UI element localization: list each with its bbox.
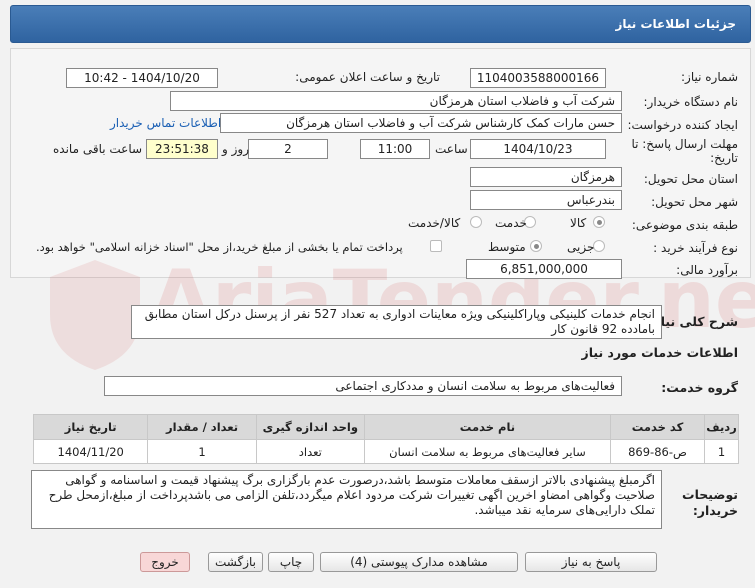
col-name: نام خدمت bbox=[363, 414, 611, 440]
process-radio-minor[interactable] bbox=[593, 240, 605, 252]
view-attachments-button[interactable]: مشاهده مدارک پیوستی (4) bbox=[320, 552, 518, 572]
watermark: AriaTender.net bbox=[150, 253, 755, 346]
process-radio-medium[interactable] bbox=[530, 240, 542, 252]
buyer-notes-label: توضیحات bbox=[682, 487, 738, 502]
description-field[interactable]: انجام خدمات کلینیکی وپاراکلینیکی ویژه مع… bbox=[131, 305, 662, 339]
province-label: استان محل تحویل: bbox=[643, 172, 738, 186]
buyer-field[interactable]: شرکت آب و فاضلاب استان هرمزگان bbox=[170, 91, 622, 111]
cell-unit: تعداد bbox=[255, 439, 365, 464]
services-section-title: اطلاعات خدمات مورد نیاز bbox=[581, 345, 739, 360]
deadline-date-field[interactable]: 1404/10/23 bbox=[470, 139, 606, 159]
announce-field[interactable]: 1404/10/20 - 10:42 bbox=[66, 68, 218, 88]
print-button[interactable]: چاپ bbox=[268, 552, 314, 572]
creator-field[interactable]: حسن مارات کمک کارشناس شرکت آب و فاضلاب ا… bbox=[220, 113, 622, 133]
service-group-label: گروه خدمت: bbox=[661, 380, 738, 395]
cell-name: سایر فعالیت‌های مربوط به سلامت انسان bbox=[363, 439, 611, 464]
category-radio-goods[interactable] bbox=[593, 216, 605, 228]
budget-field[interactable]: 6,851,000,000 bbox=[466, 259, 622, 279]
budget-label: برآورد مالی: bbox=[676, 263, 738, 277]
exit-button[interactable]: خروج bbox=[140, 552, 190, 572]
category-label: طبقه بندی موضوعی: bbox=[631, 218, 738, 232]
col-code: کد خدمت bbox=[609, 414, 706, 440]
category-option-goods: کالا bbox=[570, 216, 587, 230]
category-option-service: خدمت bbox=[495, 216, 527, 230]
col-row: ردیف bbox=[704, 414, 739, 440]
category-option-goods-service: کالا/خدمت bbox=[408, 216, 461, 230]
category-radio-goods-service[interactable] bbox=[470, 216, 482, 228]
days-field[interactable]: 2 bbox=[248, 139, 328, 159]
cell-code: ص-86-869 bbox=[609, 439, 706, 464]
col-unit: واحد اندازه گیری bbox=[255, 414, 365, 440]
days-label: روز و bbox=[222, 142, 249, 156]
buyer-label: نام دستگاه خریدار: bbox=[643, 95, 739, 109]
reply-button[interactable]: پاسخ به نیاز bbox=[525, 552, 657, 572]
deadline-time-label: ساعت bbox=[435, 142, 468, 156]
table-row[interactable]: 1 ص-86-869 سایر فعالیت‌های مربوط به سلام… bbox=[32, 439, 739, 464]
process-option-medium: متوسط bbox=[488, 240, 526, 254]
remaining-label: ساعت باقی مانده bbox=[53, 142, 143, 156]
deadline-time-field[interactable]: 11:00 bbox=[360, 139, 430, 159]
cell-qty: 1 bbox=[147, 439, 257, 464]
city-field[interactable]: بندرعباس bbox=[470, 190, 622, 210]
buyer-notes-label-2: خریدار: bbox=[692, 503, 738, 518]
need-number-field[interactable]: 1104003588000166 bbox=[470, 68, 606, 88]
page-title: جزئیات اطلاعات نیاز bbox=[615, 17, 736, 31]
process-label: نوع فرآیند خرید : bbox=[653, 241, 738, 255]
services-table: ردیف کد خدمت نام خدمت واحد اندازه گیری ت… bbox=[32, 414, 739, 464]
buyer-contact-link[interactable]: اطلاعات تماس خریدار bbox=[110, 116, 221, 130]
service-group-field[interactable]: فعالیت‌های مربوط به سلامت انسان و مددکار… bbox=[104, 376, 622, 396]
page-header: جزئیات اطلاعات نیاز bbox=[10, 5, 751, 43]
process-option-minor: جزیی bbox=[567, 240, 595, 254]
city-label: شهر محل تحویل: bbox=[651, 195, 738, 209]
remaining-time-field: 23:51:38 bbox=[146, 139, 218, 159]
need-number-label: شماره نیاز: bbox=[681, 70, 738, 84]
announce-label: تاریخ و ساعت اعلان عمومی: bbox=[295, 70, 440, 84]
back-button[interactable]: بازگشت bbox=[208, 552, 263, 572]
services-table-header: ردیف کد خدمت نام خدمت واحد اندازه گیری ت… bbox=[32, 414, 739, 440]
province-field[interactable]: هرمزگان bbox=[470, 167, 622, 187]
col-date: تاریخ نیاز bbox=[32, 414, 149, 440]
cell-row: 1 bbox=[704, 439, 739, 464]
deadline-label-date: تاریخ: bbox=[710, 151, 738, 165]
deadline-label: مهلت ارسال پاسخ: تا bbox=[631, 137, 738, 151]
buyer-notes-field[interactable]: اگرمبلغ پیشنهادی بالاتر ازسقف معاملات مت… bbox=[31, 470, 662, 529]
payment-note: پرداخت تمام یا بخشی از مبلغ خرید،از محل … bbox=[36, 240, 403, 254]
creator-label: ایجاد کننده درخواست: bbox=[627, 118, 738, 132]
col-qty: تعداد / مقدار bbox=[147, 414, 257, 440]
cell-date: 1404/11/20 bbox=[32, 439, 149, 464]
treasury-checkbox[interactable] bbox=[430, 240, 442, 252]
